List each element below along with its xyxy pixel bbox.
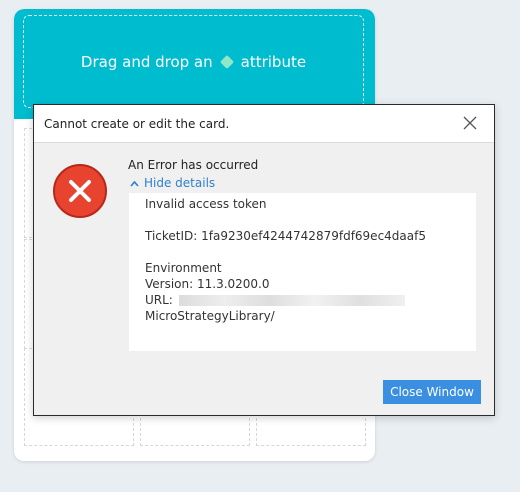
drop-zone-suffix: attribute xyxy=(240,52,307,71)
close-window-button[interactable]: Close Window xyxy=(383,380,481,404)
error-x-icon xyxy=(52,163,108,219)
card-header: Drag and drop an attribute xyxy=(14,9,375,119)
url-suffix: MicroStrategyLibrary/ xyxy=(145,309,275,323)
redacted-url xyxy=(178,294,405,306)
version-text: Version: 11.3.0200.0 xyxy=(145,277,270,291)
hide-details-toggle[interactable]: Hide details xyxy=(130,176,215,190)
url-label: URL: xyxy=(145,293,173,307)
ticket-id: TicketID: 1fa9230ef4244742879fdf69ec4daa… xyxy=(145,229,426,243)
error-details-box: Invalid access token TicketID: 1fa9230ef… xyxy=(129,193,476,351)
chevron-up-icon xyxy=(130,180,139,187)
dialog-title: Cannot create or edit the card. xyxy=(44,117,230,131)
url-line: URL: xyxy=(145,292,476,308)
hide-details-label: Hide details xyxy=(144,176,216,190)
diamond-attribute-icon xyxy=(219,54,234,69)
attribute-drop-zone[interactable]: Drag and drop an attribute xyxy=(23,15,364,108)
error-heading: An Error has occurred xyxy=(128,158,259,172)
environment-label: Environment xyxy=(145,261,222,275)
error-dialog: Cannot create or edit the card. An Error… xyxy=(33,104,495,416)
dialog-titlebar: Cannot create or edit the card. xyxy=(34,105,494,143)
error-message: Invalid access token xyxy=(145,197,267,211)
drop-zone-prefix: Drag and drop an xyxy=(80,52,213,71)
close-icon[interactable] xyxy=(462,115,478,131)
